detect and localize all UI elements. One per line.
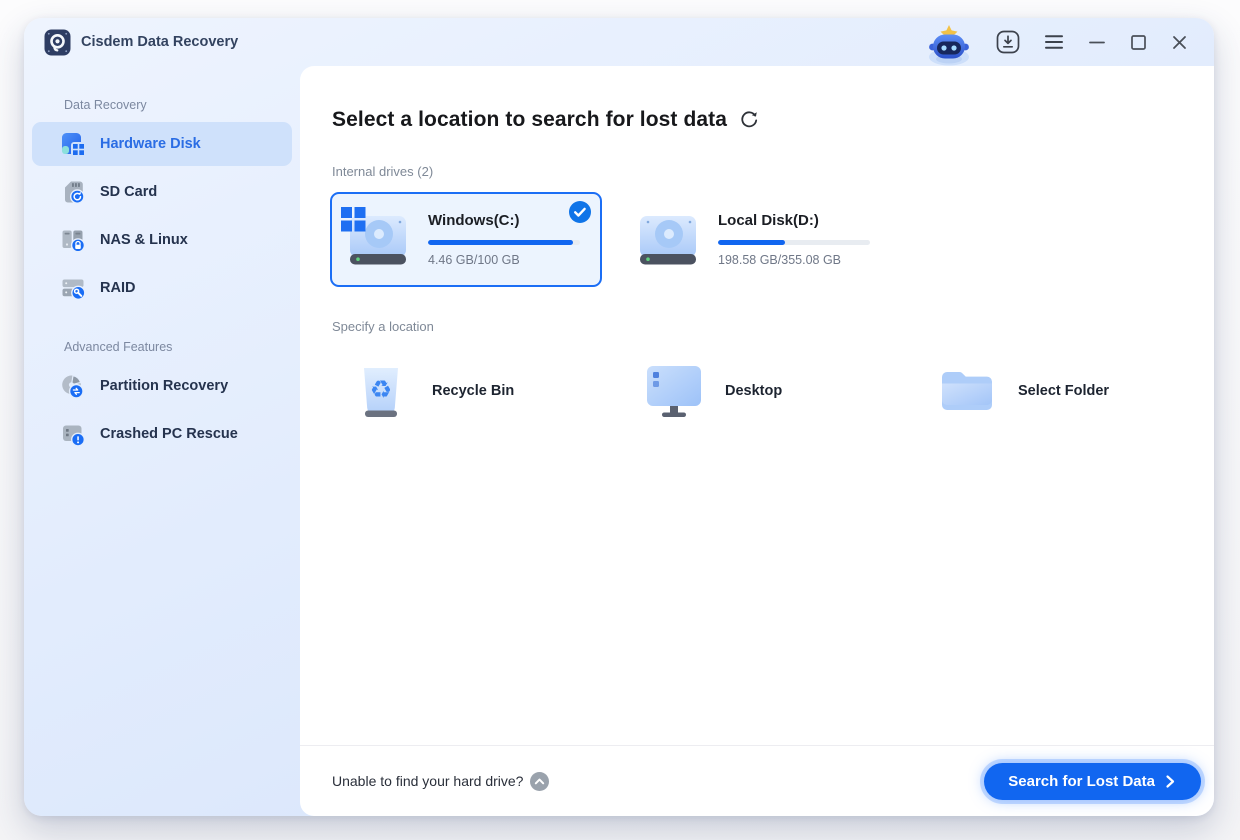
section-label-data-recovery: Data Recovery	[64, 98, 300, 112]
sidebar-item-nas-linux[interactable]: NAS & Linux	[32, 218, 292, 262]
chevron-up-circle-icon[interactable]	[530, 772, 549, 791]
drive-name: Local Disk(D:)	[718, 212, 870, 229]
titlebar-controls	[926, 18, 1188, 67]
titlebar: Cisdem Data Recovery	[24, 18, 1214, 66]
chevron-right-icon	[1164, 774, 1177, 789]
location-recycle-bin[interactable]: ♻ Recycle Bin	[352, 362, 645, 420]
crashed-pc-rescue-icon	[60, 421, 86, 447]
maximize-icon[interactable]	[1130, 34, 1147, 51]
sidebar: Data Recovery Hardware Disk	[24, 66, 300, 816]
location-list: ♻ Recycle Bin	[352, 362, 1214, 420]
hardware-disk-icon	[60, 131, 86, 157]
drive-usage-bar	[428, 240, 580, 245]
drive-usage-bar	[718, 240, 870, 245]
minimize-icon[interactable]	[1088, 33, 1106, 51]
sidebar-item-sd-card[interactable]: SD Card	[32, 170, 292, 214]
svg-text:♻: ♻	[370, 375, 392, 404]
location-label: Select Folder	[1018, 383, 1109, 399]
location-select-folder[interactable]: Select Folder	[938, 362, 1214, 420]
sidebar-item-hardware-disk[interactable]: Hardware Disk	[32, 122, 292, 166]
drive-name: Windows(C:)	[428, 212, 580, 229]
partition-recovery-icon	[60, 373, 86, 399]
sidebar-item-partition-recovery[interactable]: Partition Recovery	[32, 364, 292, 408]
recycle-bin-icon: ♻	[352, 362, 410, 420]
sidebar-item-label: Partition Recovery	[100, 378, 228, 394]
main-panel: Select a location to search for lost dat…	[300, 66, 1214, 816]
assistant-mascot-icon[interactable]	[926, 18, 972, 67]
hard-drive-icon	[346, 214, 410, 266]
sidebar-item-raid[interactable]: RAID	[32, 266, 292, 310]
page-title: Select a location to search for lost dat…	[332, 108, 727, 132]
search-button-label: Search for Lost Data	[1008, 773, 1155, 790]
select-folder-icon	[938, 362, 996, 420]
windows-logo-icon	[341, 207, 366, 232]
selected-check-icon	[569, 201, 591, 223]
close-icon[interactable]	[1171, 34, 1188, 51]
refresh-icon[interactable]	[739, 110, 759, 130]
menu-icon[interactable]	[1044, 34, 1064, 50]
sidebar-item-label: NAS & Linux	[100, 232, 188, 248]
app-logo-icon	[44, 29, 71, 56]
sd-card-icon	[60, 179, 86, 205]
location-label: Desktop	[725, 383, 782, 399]
app-window: Cisdem Data Recovery	[24, 18, 1214, 816]
nas-linux-icon	[60, 227, 86, 253]
drive-usage-text: 4.46 GB/100 GB	[428, 253, 580, 267]
section-label-advanced-features: Advanced Features	[64, 340, 300, 354]
desktop-background: Cisdem Data Recovery	[0, 0, 1240, 840]
hard-drive-icon	[636, 214, 700, 266]
raid-icon	[60, 275, 86, 301]
drive-list: Windows(C:) 4.46 GB/100 GB	[330, 192, 1214, 287]
location-desktop[interactable]: Desktop	[645, 362, 938, 420]
footer-bar: Unable to find your hard drive? Search f…	[300, 745, 1214, 816]
download-icon[interactable]	[996, 30, 1020, 54]
search-for-lost-data-button[interactable]: Search for Lost Data	[984, 763, 1201, 800]
drive-usage-text: 198.58 GB/355.08 GB	[718, 253, 870, 267]
hard-drive-help-toggle[interactable]: Unable to find your hard drive?	[332, 772, 549, 791]
location-label: Recycle Bin	[432, 383, 514, 399]
drive-card-local-disk-d[interactable]: Local Disk(D:) 198.58 GB/355.08 GB	[620, 192, 892, 287]
sidebar-item-crashed-pc-rescue[interactable]: Crashed PC Rescue	[32, 412, 292, 456]
desktop-icon	[645, 362, 703, 420]
specify-location-label: Specify a location	[332, 319, 1214, 334]
sidebar-item-label: RAID	[100, 280, 135, 296]
sidebar-item-label: SD Card	[100, 184, 157, 200]
sidebar-item-label: Hardware Disk	[100, 136, 201, 152]
sidebar-item-label: Crashed PC Rescue	[100, 426, 238, 442]
help-text: Unable to find your hard drive?	[332, 773, 523, 789]
drive-card-windows-c[interactable]: Windows(C:) 4.46 GB/100 GB	[330, 192, 602, 287]
internal-drives-label: Internal drives (2)	[332, 164, 1214, 179]
app-title: Cisdem Data Recovery	[81, 34, 238, 50]
